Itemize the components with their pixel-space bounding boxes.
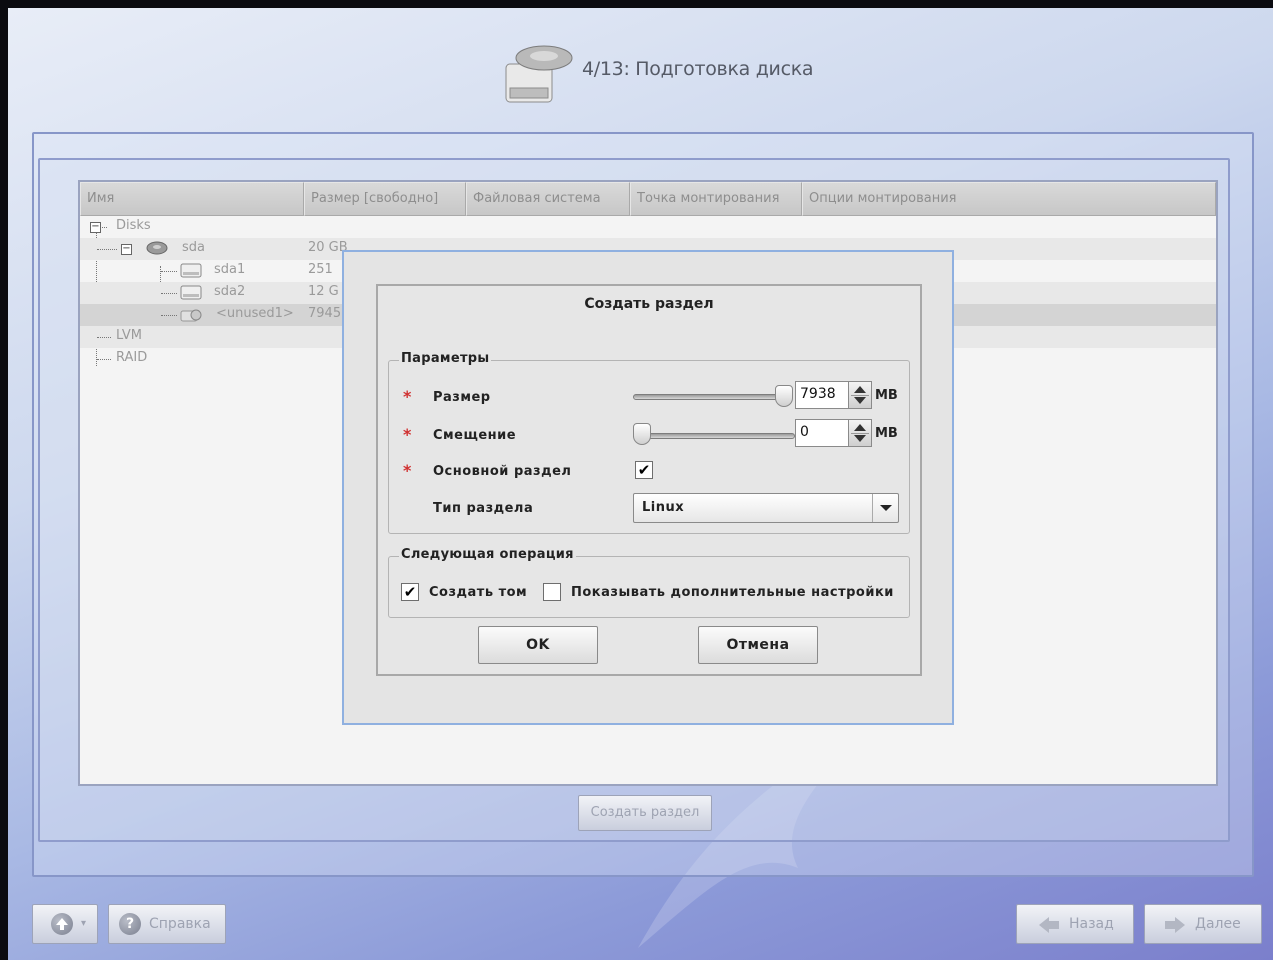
offset-unit: MB	[875, 426, 898, 441]
collapse-icon[interactable]: −	[121, 244, 132, 255]
create-partition-dialog: Создать раздел Параметры * Размер 7938 M…	[342, 250, 954, 725]
next-operation-group: Следующая операция ✔ Создать том Показыв…	[388, 547, 910, 618]
ok-button[interactable]: OK	[478, 626, 598, 664]
row-name: LVM	[116, 328, 142, 343]
partition-type-label: Тип раздела	[433, 501, 534, 516]
hard-disk-icon	[146, 241, 168, 255]
row-name: sda2	[214, 284, 246, 299]
chevron-down-icon[interactable]	[872, 494, 898, 522]
arrow-left-icon	[1039, 917, 1059, 933]
column-header-name[interactable]: Имя	[80, 182, 304, 216]
partition-icon	[180, 263, 202, 278]
size-input[interactable]: 7938	[795, 381, 849, 409]
arrow-right-icon	[1165, 917, 1185, 933]
help-label: Справка	[149, 916, 211, 932]
row-size: 12 G	[308, 284, 339, 299]
menu-button[interactable]: ▾	[32, 904, 98, 944]
dialog-title: Создать раздел	[584, 296, 714, 312]
size-spin-buttons[interactable]	[848, 381, 872, 409]
required-icon: *	[403, 425, 412, 444]
column-header-mountpoint[interactable]: Точка монтирования	[630, 182, 802, 216]
show-advanced-checkbox[interactable]	[543, 583, 561, 601]
arrow-up-icon	[51, 913, 73, 935]
help-icon: ?	[119, 913, 141, 935]
partition-icon	[180, 285, 202, 300]
installer-screen: 4/13: Подготовка диска Имя Размер [свобо…	[8, 8, 1273, 960]
required-icon: *	[403, 461, 412, 480]
next-label: Далее	[1195, 916, 1241, 932]
disk-drive-icon	[505, 45, 573, 103]
row-name: RAID	[116, 350, 148, 365]
help-button[interactable]: ? Справка	[108, 904, 226, 944]
back-label: Назад	[1069, 916, 1114, 932]
offset-spin-buttons[interactable]	[848, 419, 872, 447]
row-name: <unused1>	[216, 306, 294, 321]
row-name: sda	[182, 240, 205, 255]
dialog-body: Создать раздел Параметры * Размер 7938 M…	[376, 284, 922, 676]
offset-label: Смещение	[433, 428, 517, 443]
row-name: sda1	[214, 262, 246, 277]
partition-type-select[interactable]: Linux	[633, 493, 899, 523]
column-header-filesystem[interactable]: Файловая система	[466, 182, 630, 216]
next-button[interactable]: Далее	[1144, 904, 1262, 944]
table-row[interactable]: − Disks	[80, 216, 1216, 238]
page-title: 4/13: Подготовка диска	[582, 58, 814, 80]
partition-type-value: Linux	[642, 500, 685, 515]
show-advanced-label: Показывать дополнительные настройки	[571, 585, 894, 600]
back-button[interactable]: Назад	[1016, 904, 1134, 944]
offset-slider[interactable]	[633, 433, 795, 439]
row-size: 251	[308, 262, 333, 277]
primary-partition-label: Основной раздел	[433, 464, 572, 479]
create-volume-checkbox[interactable]: ✔	[401, 583, 419, 601]
collapse-icon[interactable]: −	[90, 222, 101, 233]
create-partition-button[interactable]: Создать раздел	[578, 795, 712, 831]
column-header-mount-options[interactable]: Опции монтирования	[802, 182, 1216, 216]
row-name: Disks	[116, 218, 151, 233]
cancel-button[interactable]: Отмена	[698, 626, 818, 664]
offset-input[interactable]: 0	[795, 419, 849, 447]
size-label: Размер	[433, 390, 491, 405]
required-icon: *	[403, 387, 412, 406]
primary-partition-checkbox[interactable]: ✔	[635, 461, 653, 479]
create-volume-label: Создать том	[429, 585, 528, 600]
offset-slider-handle[interactable]	[633, 423, 651, 445]
size-slider[interactable]	[633, 394, 783, 400]
unused-space-icon	[180, 309, 202, 322]
size-unit: MB	[875, 388, 898, 403]
row-size: 7945	[308, 306, 342, 321]
column-header-size[interactable]: Размер [свободно]	[304, 182, 466, 216]
size-slider-handle[interactable]	[775, 385, 793, 407]
parameters-group: Параметры * Размер 7938 MB * Смещение 0 …	[388, 351, 910, 534]
chevron-down-icon: ▾	[81, 918, 87, 929]
next-operation-group-label: Следующая операция	[399, 547, 576, 562]
table-header: Имя Размер [свободно] Файловая система Т…	[80, 182, 1216, 216]
parameters-group-label: Параметры	[399, 351, 492, 366]
